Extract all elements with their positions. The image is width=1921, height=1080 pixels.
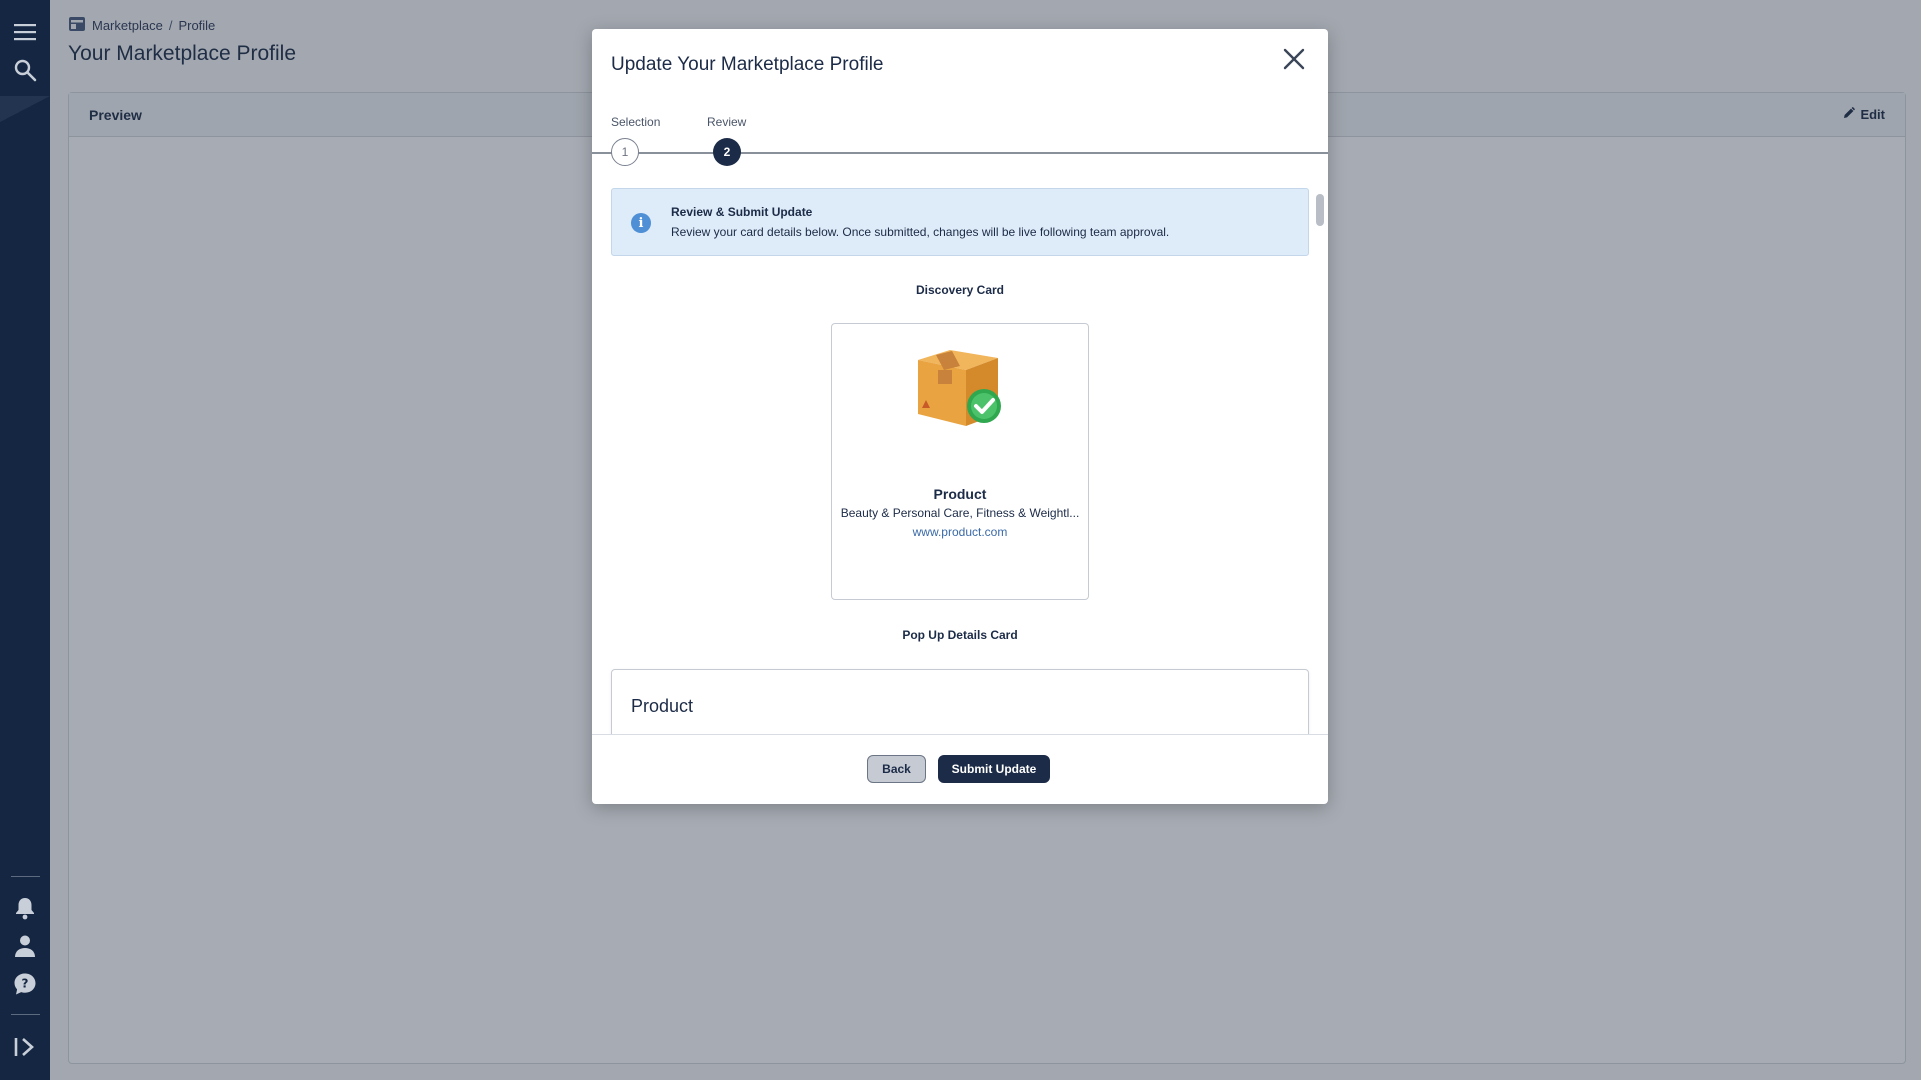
discovery-card-categories: Beauty & Personal Care, Fitness & Weight… [840,506,1080,520]
discovery-card-name: Product [933,486,987,502]
page-title: Your Marketplace Profile [68,42,297,65]
stepper: Selection 1 Review 2 [592,115,1328,171]
close-button[interactable] [1278,45,1310,77]
stepper-track [592,152,1328,154]
discovery-card: Product Beauty & Personal Care, Fitness … [831,323,1089,600]
update-profile-modal: Update Your Marketplace Profile Selectio… [592,29,1328,804]
close-icon [1283,48,1305,75]
search-icon[interactable] [11,56,39,84]
expand-icon[interactable] [11,1033,39,1061]
scrollbar-thumb[interactable] [1316,194,1324,226]
pencil-icon [1843,107,1856,122]
sidebar-divider [11,1014,40,1015]
breadcrumb-profile: Profile [178,18,216,33]
info-icon: i [631,213,651,233]
sidebar: ? [0,0,50,1080]
help-icon[interactable]: ? [11,970,39,998]
info-title: Review & Submit Update [671,205,813,219]
package-check-icon [910,338,1006,430]
modal-footer: Back Submit Update [592,734,1328,804]
menu-icon[interactable] [11,18,39,46]
breadcrumb-marketplace[interactable]: Marketplace [92,18,163,33]
info-text: Review your card details below. Once sub… [671,225,1170,239]
svg-text:?: ? [22,977,29,991]
breadcrumb: Marketplace / Profile [68,16,215,35]
bell-icon[interactable] [11,894,39,922]
preview-label: Preview [89,106,142,123]
modal-title: Update Your Marketplace Profile [611,54,884,75]
popup-details-card: Product [611,669,1309,734]
step-review-circle: 2 [713,138,741,166]
sidebar-divider [11,876,40,877]
sidebar-active-indicator [0,96,50,122]
discovery-card-label: Discovery Card [915,283,1005,297]
back-button[interactable]: Back [867,755,926,783]
info-alert: i Review & Submit Update Review your car… [611,188,1309,256]
popup-card-label: Pop Up Details Card [902,628,1018,642]
discovery-card-url[interactable]: www.product.com [832,525,1088,539]
user-icon[interactable] [11,932,39,960]
breadcrumb-separator: / [168,18,173,33]
edit-button[interactable]: Edit [1843,107,1885,122]
edit-label: Edit [1860,107,1885,122]
step-review-label: Review [707,115,747,129]
submit-update-button[interactable]: Submit Update [938,755,1050,783]
popup-card-name: Product [631,696,694,716]
step-selection-circle[interactable]: 1 [611,138,639,166]
modal-scroll-area[interactable]: i Review & Submit Update Review your car… [592,188,1328,734]
step-selection-label: Selection [611,115,661,129]
store-icon [68,16,86,35]
